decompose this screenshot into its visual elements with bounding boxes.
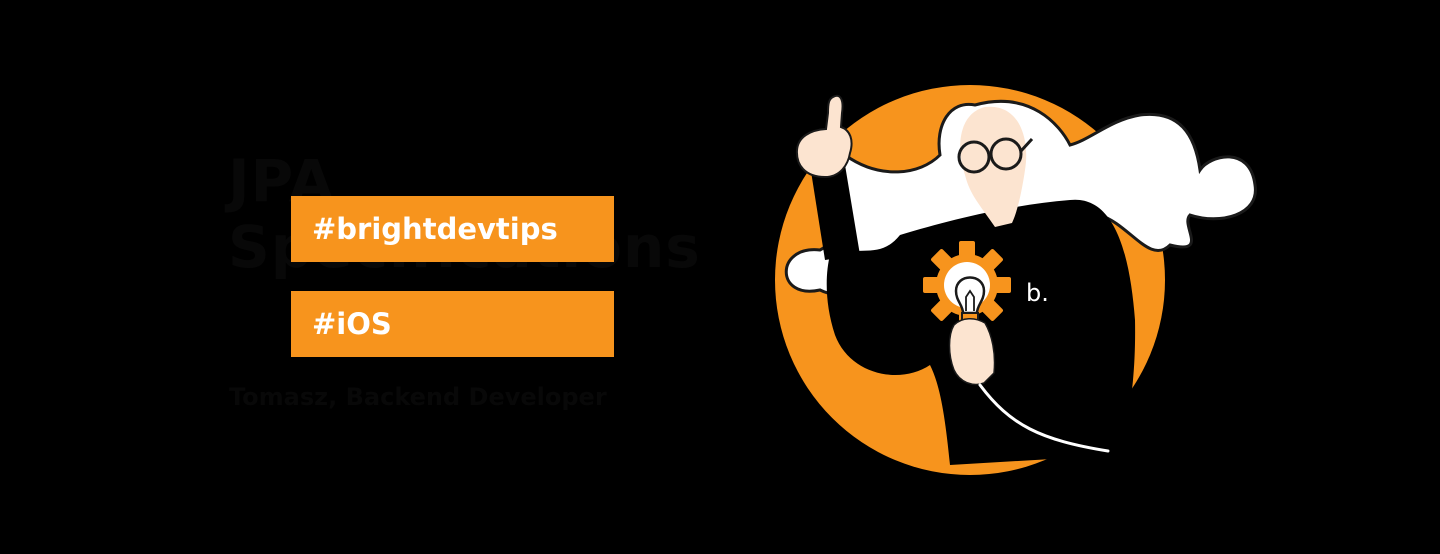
tag-ios: #iOS — [291, 291, 614, 357]
pointing-hand — [795, 94, 853, 179]
holding-hand — [948, 318, 996, 386]
tag-brightdevtips: #brightdevtips — [291, 196, 614, 262]
author-byline: Tomasz, Backend Developer — [229, 383, 607, 411]
developer-illustration: b. — [775, 85, 1257, 475]
brand-logo: b. — [1026, 279, 1049, 307]
